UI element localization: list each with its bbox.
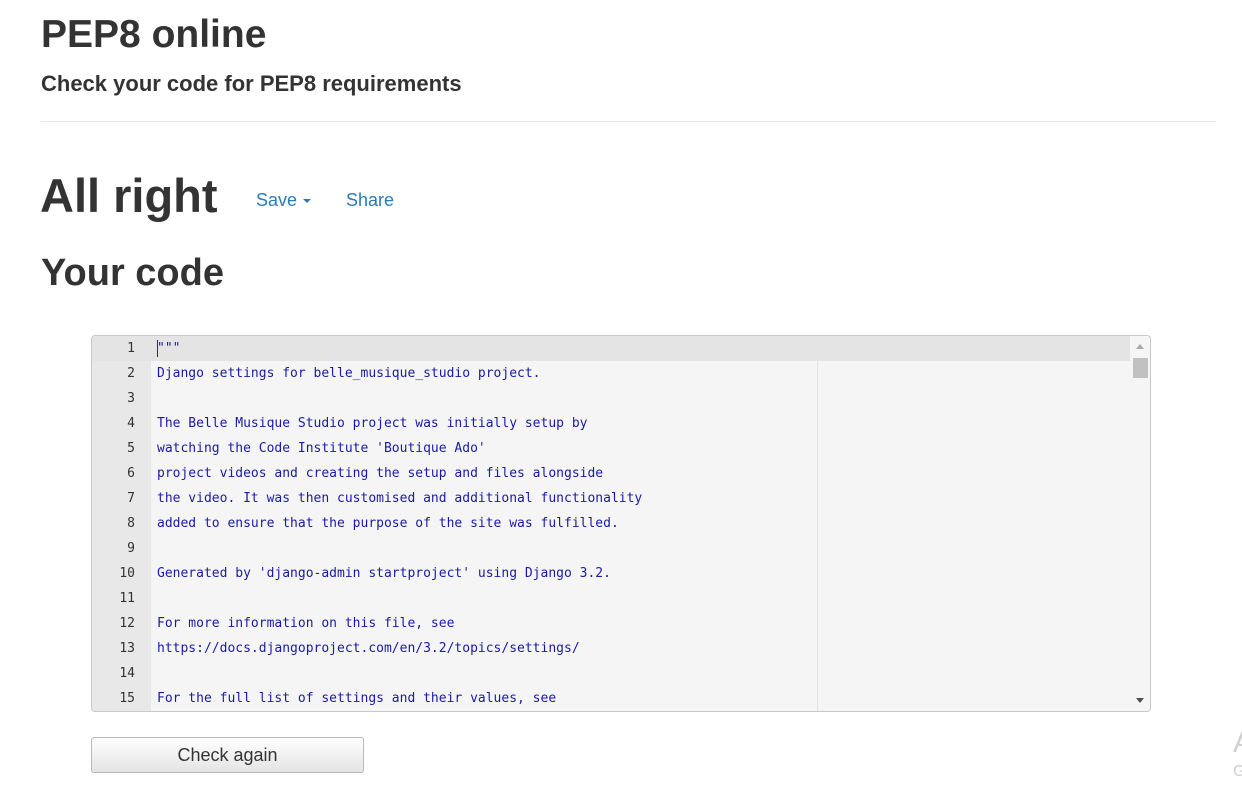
line-number: 11 bbox=[119, 591, 135, 606]
result-title: All right bbox=[40, 169, 218, 222]
code-line[interactable]: 5 watching the Code Institute 'Boutique A… bbox=[92, 436, 1130, 461]
line-text[interactable]: For more information on this file, see bbox=[157, 611, 454, 636]
line-number: 15 bbox=[119, 691, 135, 706]
code-line[interactable]: 6 project videos and creating the setup a… bbox=[92, 461, 1130, 486]
code-line[interactable]: 7 the video. It was then customised and a… bbox=[92, 486, 1130, 511]
line-number: 13 bbox=[119, 641, 135, 656]
scroll-down-arrow-icon[interactable] bbox=[1136, 698, 1144, 703]
line-number: 10 bbox=[119, 566, 135, 581]
line-number: 4 bbox=[127, 416, 135, 431]
editor-scrollbar[interactable] bbox=[1131, 336, 1150, 711]
line-text[interactable]: watching the Code Institute 'Boutique Ad… bbox=[157, 436, 486, 461]
line-number: 6 bbox=[127, 466, 135, 481]
line-number: 1 bbox=[127, 341, 135, 356]
save-label: Save bbox=[256, 190, 298, 210]
line-number: 12 bbox=[119, 616, 135, 631]
header-divider bbox=[41, 121, 1216, 122]
page-subtitle: Check your code for PEP8 requirements bbox=[41, 71, 462, 96]
text-cursor bbox=[157, 340, 158, 357]
line-number: 8 bbox=[127, 516, 135, 531]
scroll-thumb[interactable] bbox=[1133, 358, 1148, 378]
line-text[interactable]: """ bbox=[157, 336, 180, 361]
line-text[interactable]: added to ensure that the purpose of the … bbox=[157, 511, 619, 536]
code-line[interactable]: 10 Generated by 'django-admin startprojec… bbox=[92, 561, 1130, 586]
code-section-title: Your code bbox=[41, 252, 224, 294]
code-line[interactable]: 11 bbox=[92, 586, 1130, 611]
save-dropdown-button[interactable]: Save bbox=[256, 188, 312, 212]
code-line[interactable]: 1 """ bbox=[92, 336, 1130, 361]
code-line[interactable]: 3 bbox=[92, 386, 1130, 411]
corner-partial-text: A bbox=[1233, 726, 1242, 760]
caret-down-icon bbox=[303, 199, 312, 204]
line-text[interactable]: For the full list of settings and their … bbox=[157, 686, 556, 711]
code-line[interactable]: 14 bbox=[92, 661, 1130, 686]
line-text[interactable]: the video. It was then customised and ad… bbox=[157, 486, 642, 511]
code-line[interactable]: 13 https://docs.djangoproject.com/en/3.2/… bbox=[92, 636, 1130, 661]
code-line[interactable]: 8 added to ensure that the purpose of the… bbox=[92, 511, 1130, 536]
share-link[interactable]: Share bbox=[346, 188, 394, 212]
code-editor[interactable]: 1 """ 2 Django settings for belle_musique_s… bbox=[91, 335, 1151, 712]
line-number: 9 bbox=[127, 541, 135, 556]
check-again-button[interactable]: Check again bbox=[91, 737, 364, 773]
code-line[interactable]: 12 For more information on this file, see bbox=[92, 611, 1130, 636]
line-text[interactable]: Generated by 'django-admin startproject'… bbox=[157, 561, 611, 586]
code-line[interactable]: 2 Django settings for belle_musique_studi… bbox=[92, 361, 1130, 386]
line-number: 3 bbox=[127, 391, 135, 406]
scroll-up-arrow-icon[interactable] bbox=[1136, 344, 1144, 349]
code-line[interactable]: 4 The Belle Musique Studio project was in… bbox=[92, 411, 1130, 436]
line-text[interactable]: https://docs.djangoproject.com/en/3.2/to… bbox=[157, 636, 580, 661]
code-line[interactable]: 15 For the full list of settings and thei… bbox=[92, 686, 1130, 711]
line-number: 7 bbox=[127, 491, 135, 506]
line-text[interactable]: The Belle Musique Studio project was ini… bbox=[157, 411, 587, 436]
line-number: 14 bbox=[119, 666, 135, 681]
corner-partial-subtext: G bbox=[1233, 763, 1242, 780]
line-text[interactable]: Django settings for belle_musique_studio… bbox=[157, 361, 541, 386]
line-text[interactable]: project videos and creating the setup an… bbox=[157, 461, 603, 486]
page-title: PEP8 online bbox=[41, 13, 267, 56]
line-number: 5 bbox=[127, 441, 135, 456]
line-number: 2 bbox=[127, 366, 135, 381]
code-line[interactable]: 9 bbox=[92, 536, 1130, 561]
editor-lines[interactable]: 1 """ 2 Django settings for belle_musique_s… bbox=[92, 336, 1130, 711]
